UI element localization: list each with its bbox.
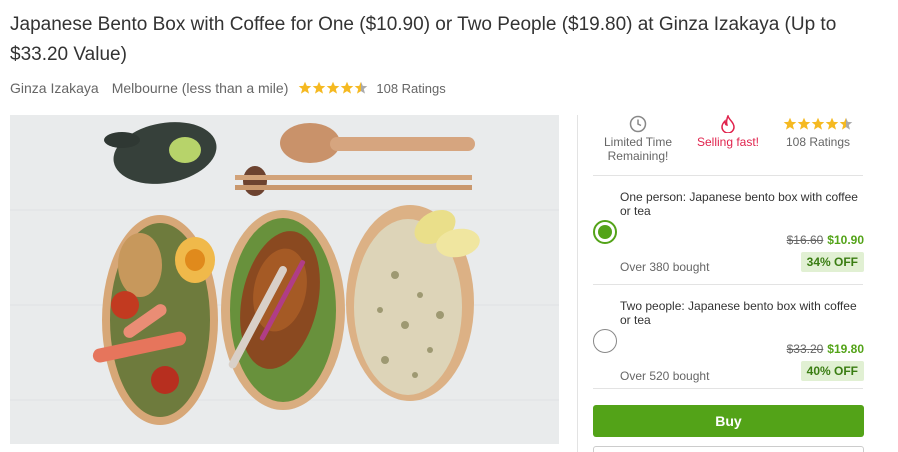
- star-icon: [341, 81, 354, 94]
- star-icon: [327, 81, 340, 94]
- limited-time-highlight: Limited Time Remaining!: [593, 115, 683, 175]
- option-two-people[interactable]: Two people: Japanese bento box with coff…: [593, 285, 864, 388]
- option-title: One person: Japanese bento box with coff…: [620, 190, 858, 218]
- bought-count: Over 520 bought: [620, 369, 710, 383]
- bought-count: Over 380 bought: [620, 260, 710, 274]
- star-icon: [797, 117, 811, 130]
- location-text: Melbourne (less than a mile): [111, 80, 289, 96]
- star-icon: [783, 117, 797, 130]
- discounted-price: $10.90: [827, 233, 864, 247]
- option-title: Two people: Japanese bento box with coff…: [620, 299, 857, 327]
- rating-stars: [783, 115, 853, 133]
- option-price: $16.60 $10.90: [787, 233, 864, 247]
- option-radio[interactable]: [593, 329, 617, 353]
- star-icon: [299, 81, 312, 94]
- merchant-name-link[interactable]: Ginza Izakaya: [10, 80, 99, 96]
- original-price: $33.20: [786, 342, 824, 356]
- deal-hero-image: [10, 115, 559, 444]
- clock-icon: [629, 115, 647, 133]
- discount-badge: 40% OFF: [800, 361, 864, 381]
- bento-photo: [10, 115, 559, 444]
- half-star-icon: [839, 117, 853, 130]
- star-icon: [811, 117, 825, 130]
- star-icon: [313, 81, 326, 94]
- selling-fast-text: Selling fast!: [696, 135, 760, 149]
- flame-icon: [721, 115, 735, 133]
- deal-meta: Ginza Izakaya Melbourne (less than a mil…: [10, 80, 446, 96]
- option-radio-selected[interactable]: [593, 220, 617, 244]
- deal-highlights: Limited Time Remaining! Selling fast! 10…: [593, 115, 863, 175]
- ratings-count[interactable]: 108 Ratings: [376, 81, 445, 96]
- discounted-price: $19.80: [827, 342, 864, 356]
- rating-stars[interactable]: [298, 81, 368, 95]
- half-star-icon: [355, 81, 368, 94]
- ratings-highlight-text: 108 Ratings: [785, 135, 851, 149]
- option-price: $33.20 $19.80: [787, 342, 864, 356]
- divider: [593, 388, 863, 389]
- discount-badge: 34% OFF: [800, 252, 864, 272]
- limited-time-text: Limited Time Remaining!: [603, 135, 673, 163]
- star-icon: [825, 117, 839, 130]
- deal-title: Japanese Bento Box with Coffee for One (…: [10, 14, 837, 65]
- gift-button[interactable]: [593, 446, 864, 452]
- ratings-highlight[interactable]: 108 Ratings: [773, 115, 863, 175]
- selling-fast-highlight: Selling fast!: [683, 115, 773, 175]
- buy-button[interactable]: Buy: [593, 405, 864, 437]
- option-one-person[interactable]: One person: Japanese bento box with coff…: [593, 176, 864, 279]
- column-divider: [577, 115, 578, 452]
- original-price: $16.60: [786, 233, 824, 247]
